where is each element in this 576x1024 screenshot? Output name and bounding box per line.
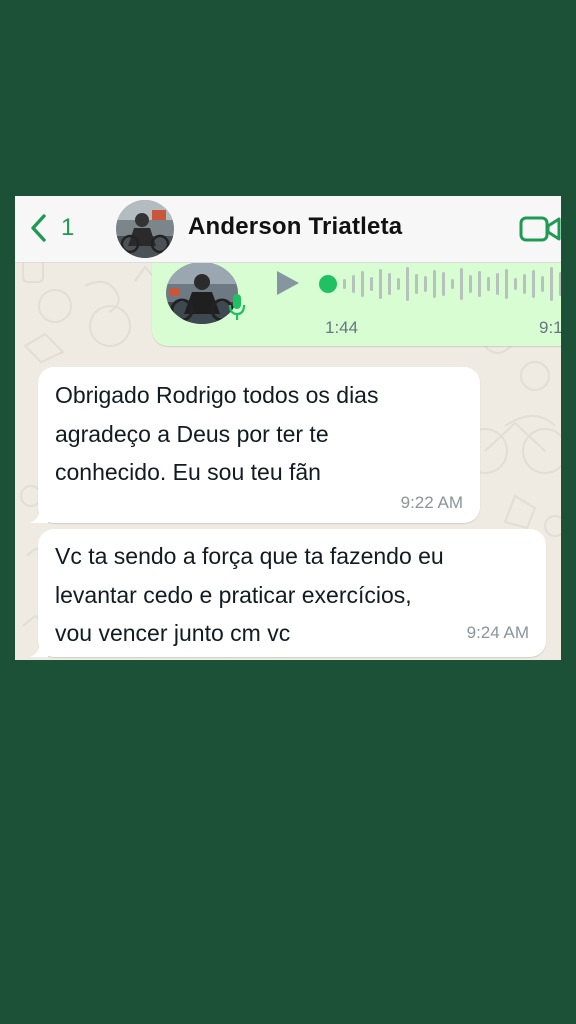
message-line: agradeço a Deus por ter te <box>55 420 329 447</box>
video-camera-icon[interactable] <box>519 214 561 244</box>
chat-header: 1 Anderson Triatleta <box>15 196 561 263</box>
waveform-bar <box>559 272 561 296</box>
message-line: conhecido. Eu sou teu fãn <box>55 459 321 485</box>
message-text: Vc ta sendo a força que ta fazendo eu le… <box>55 537 444 653</box>
waveform-bar <box>352 275 355 293</box>
waveform-bar <box>532 270 535 298</box>
waveform-bar <box>361 271 364 297</box>
incoming-message[interactable]: Vc ta sendo a força que ta fazendo eu le… <box>30 529 546 657</box>
waveform-bar <box>487 277 490 291</box>
waveform-bar <box>397 278 400 290</box>
message-timestamp: 9:24 AM <box>466 623 529 642</box>
waveform-bar <box>460 268 463 300</box>
message-line: Obrigado Rodrigo todos os dias <box>55 382 379 408</box>
back-button[interactable]: 1 <box>29 210 89 246</box>
voice-timestamp: 9:1 <box>539 318 561 337</box>
voice-duration: 1:44 <box>325 318 359 337</box>
message-timestamp: 9:22 AM <box>400 493 463 512</box>
waveform-bar <box>433 270 436 298</box>
waveform-bar <box>415 274 418 294</box>
waveform-bar <box>406 267 409 301</box>
waveform-bar <box>514 278 517 290</box>
microphone-icon <box>228 294 246 320</box>
waveform-bar <box>550 267 553 301</box>
unread-count: 1 <box>61 214 75 241</box>
waveform-bar <box>541 276 544 292</box>
waveform-bar <box>523 274 526 294</box>
message-line: Vc ta sendo a força que ta fazendo eu <box>55 543 444 569</box>
waveform-bar <box>496 273 499 295</box>
play-icon[interactable] <box>273 269 301 297</box>
incoming-message[interactable]: Obrigado Rodrigo todos os dias agradeço … <box>30 367 480 523</box>
chat-screenshot: 1:44 9:1 Obrigado Rodrigo todos os dias … <box>15 196 561 660</box>
waveform-bar <box>451 279 454 289</box>
waveform-bar <box>505 269 508 299</box>
waveform-bar <box>442 272 445 296</box>
audio-waveform[interactable] <box>319 262 561 306</box>
waveform-bar <box>343 279 346 289</box>
waveform-bar <box>478 271 481 297</box>
waveform-bar <box>379 269 382 299</box>
avatar[interactable] <box>116 200 174 258</box>
message-text: Obrigado Rodrigo todos os dias agradeço … <box>55 376 378 492</box>
chevron-left-icon <box>31 214 46 242</box>
bubble-tail <box>30 507 48 523</box>
waveform-bar <box>388 273 391 295</box>
contact-name[interactable]: Anderson Triatleta <box>188 213 402 241</box>
waveform-bar <box>370 277 373 291</box>
bubble-tail <box>30 641 48 657</box>
message-line: levantar cedo e praticar exercícios, <box>55 581 412 608</box>
waveform-bar <box>469 275 472 293</box>
waveform-bar <box>424 276 427 292</box>
message-line: vou vencer junto cm vc <box>55 620 291 646</box>
